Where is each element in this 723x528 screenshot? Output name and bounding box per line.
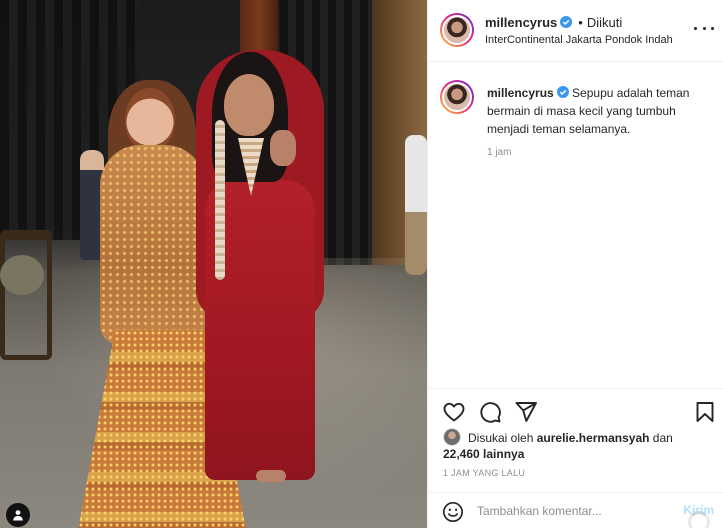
comment-bar: Kirim <box>428 492 723 528</box>
likes-count[interactable]: 22,460 <box>443 447 480 461</box>
post-comment-button[interactable]: Kirim <box>683 503 714 517</box>
photo-person-face <box>224 74 274 136</box>
photo-bystander <box>405 135 427 275</box>
likes-middle: dan <box>652 431 673 445</box>
author-username[interactable]: millencyrus <box>485 15 557 30</box>
following-button[interactable]: Diikuti <box>587 15 622 30</box>
verified-badge-icon <box>556 86 569 98</box>
post-header: millencyrus • Diikuti InterContinental Jak… <box>428 0 723 62</box>
photo-person-feet <box>256 470 286 482</box>
heart-icon[interactable] <box>442 400 466 424</box>
post-photo[interactable] <box>0 0 427 528</box>
likes-prefix: Disukai oleh <box>468 431 534 445</box>
verified-badge-icon <box>560 16 573 28</box>
separator-dot: • <box>578 15 583 30</box>
liker-username[interactable]: aurelie.hermansyah <box>537 431 650 445</box>
user-icon <box>13 510 23 521</box>
emoji-icon[interactable] <box>442 501 464 523</box>
likes-summary: Disukai oleh aurelie.hermansyah dan 22,4… <box>443 428 713 462</box>
comment-icon[interactable] <box>478 400 502 424</box>
post-location[interactable]: InterContinental Jakarta Pondok Indah <box>485 34 673 46</box>
caption-username[interactable]: millencyrus <box>487 86 554 100</box>
comment-input[interactable] <box>477 501 667 521</box>
photo-chair-seat <box>0 255 44 295</box>
photo-person-hand <box>270 130 296 166</box>
likes-suffix[interactable]: lainnya <box>483 447 524 461</box>
photo-chair <box>0 230 52 360</box>
photo-gown-trim <box>215 120 225 280</box>
caption-timestamp: 1 jam <box>487 147 512 158</box>
photo-gold-gown-top <box>100 145 205 345</box>
caption-avatar[interactable] <box>440 80 474 114</box>
share-icon[interactable] <box>514 400 538 424</box>
author-avatar[interactable] <box>440 13 474 47</box>
tagged-users-button[interactable] <box>6 503 30 527</box>
more-options-icon[interactable] <box>694 21 714 35</box>
bookmark-icon[interactable] <box>693 400 717 424</box>
post-details-panel: millencyrus • Diikuti InterContinental Jak… <box>427 0 723 528</box>
post-date: 1 JAM YANG LALU <box>443 468 526 478</box>
liker-avatar[interactable] <box>443 428 461 446</box>
post-actions <box>428 388 723 432</box>
caption-body: millencyrus Sepupu adalah teman bermain … <box>487 84 707 138</box>
photo-person-face <box>125 88 175 150</box>
